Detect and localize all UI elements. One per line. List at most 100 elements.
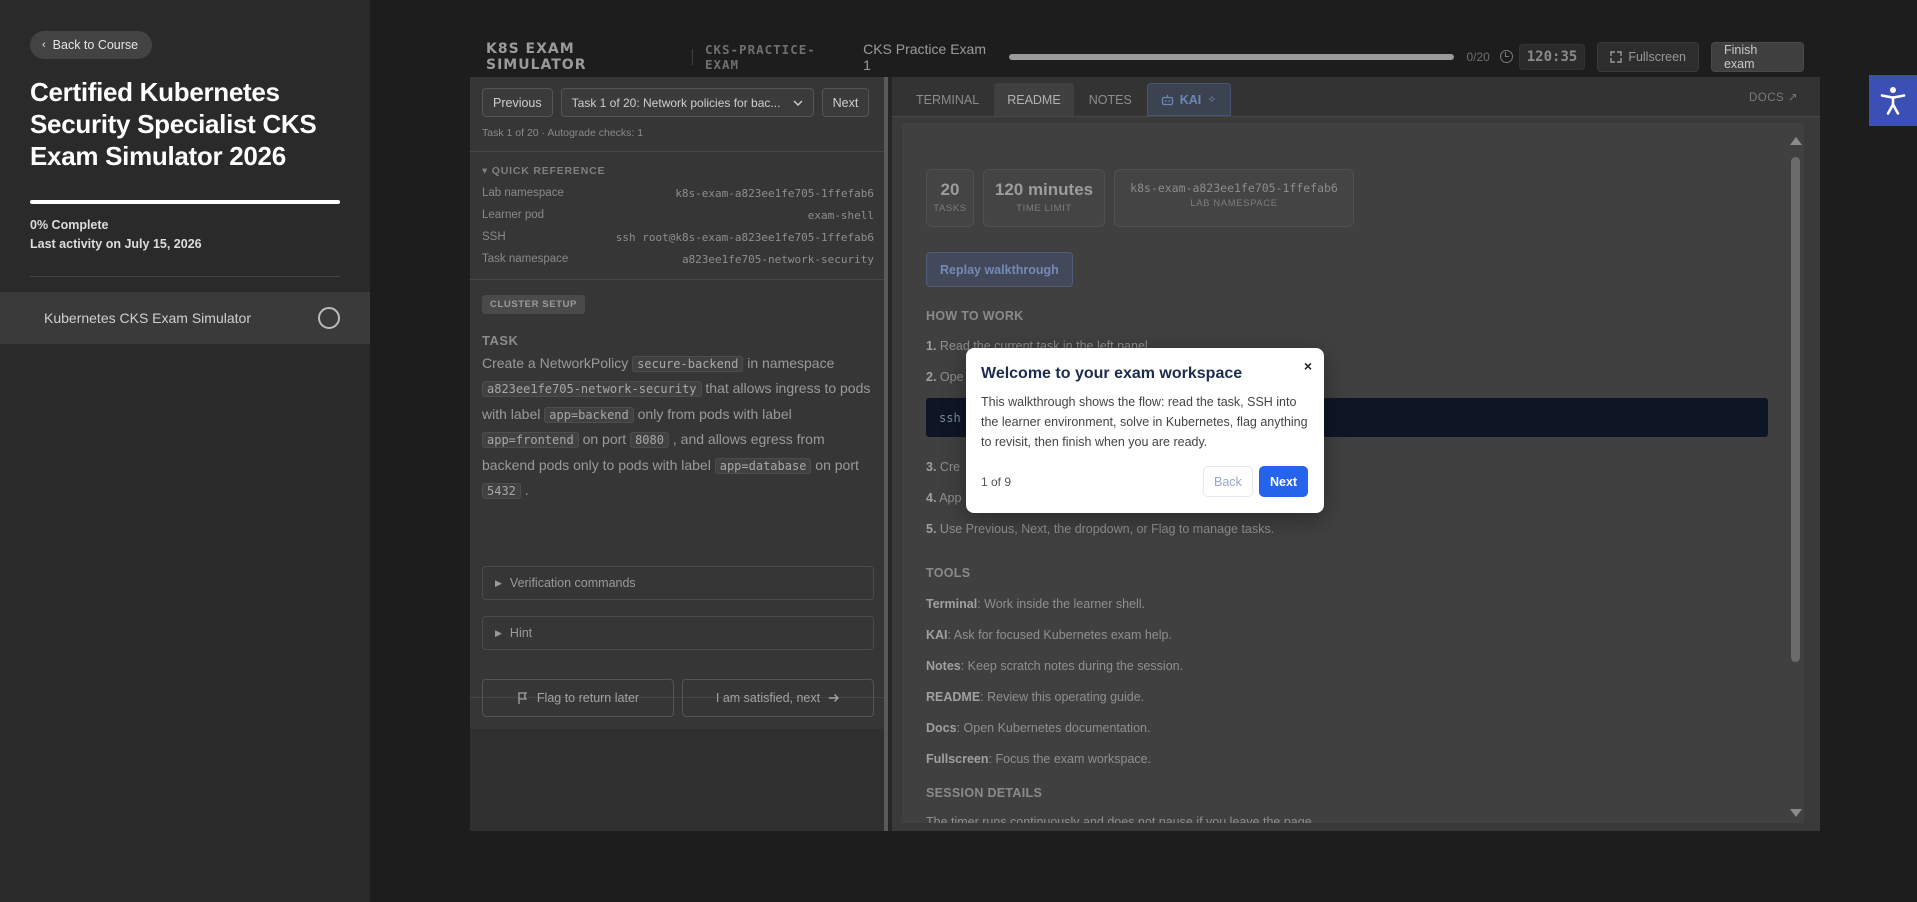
expand-icon [1610, 50, 1623, 63]
code-snippet: app=database [714, 457, 812, 474]
how-to-work-heading: HOW TO WORK [926, 309, 1024, 323]
modal-body: This walkthrough shows the flow: read th… [981, 395, 1308, 449]
qr-value: ssh root@k8s-exam-a823ee1fe705-1ffefab6 [615, 231, 874, 244]
code-snippet: secure-backend [632, 356, 744, 372]
code-snippet: 8080 [630, 432, 669, 449]
fullscreen-label: Fullscreen [1628, 49, 1686, 64]
accessibility-button[interactable] [1869, 75, 1917, 126]
finish-exam-button[interactable]: Finish exam [1710, 41, 1804, 72]
circle-icon [318, 307, 340, 329]
modal-title: Welcome to your exam workspace [981, 365, 1243, 382]
task-panel-empty-area [470, 729, 884, 831]
task-text: . [520, 482, 529, 499]
qr-row-lab-namespace: Lab namespace k8s-exam-a823ee1fe705-1ffe… [482, 187, 874, 200]
tool-fullscreen: Fullscreen: Focus the exam workspace. [926, 752, 1151, 766]
replay-walkthrough-button[interactable]: Replay walkthrough [926, 252, 1073, 287]
divider [470, 279, 884, 280]
scroll-down-icon[interactable] [1790, 809, 1802, 817]
tool-name: KAI [926, 628, 948, 642]
tab-kai[interactable]: KAI ✧ [1146, 83, 1231, 116]
scrollbar-thumb[interactable] [1791, 157, 1800, 662]
completion-text: 0% Complete [30, 218, 109, 232]
flag-label: Flag to return later [536, 691, 640, 705]
tool-docs: Docs: Open Kubernetes documentation. [926, 721, 1150, 735]
qr-label: SSH [482, 231, 506, 243]
task-heading: TASK [482, 333, 519, 348]
workspace-tabs: TERMINAL README NOTES KAI ✧ [892, 77, 1820, 117]
caret-right-icon: ▶ [495, 627, 502, 638]
quick-reference-title: QUICK REFERENCE [491, 165, 606, 177]
session-details-text: The timer runs continuously and does not… [926, 815, 1316, 823]
tool-notes: Notes: Keep scratch notes during the ses… [926, 659, 1183, 673]
back-to-course-label: Back to Course [52, 38, 139, 52]
qr-value: k8s-exam-a823ee1fe705-1ffefab6 [675, 187, 874, 200]
chevron-left-icon: ‹ [42, 39, 46, 51]
tool-readme: README: Review this operating guide. [926, 690, 1144, 704]
arrow-right-icon [829, 694, 840, 702]
exam-progress-track [1008, 53, 1455, 60]
tool-name: Fullscreen [926, 752, 989, 766]
step-5: 5. Use Previous, Next, the dropdown, or … [926, 522, 1274, 536]
session-details-heading: SESSION DETAILS [926, 786, 1043, 800]
step-3: 3. Cre [926, 460, 960, 474]
task-meta: Task 1 of 20 · Autograde checks: 1 [482, 127, 644, 139]
next-task-button[interactable]: Next [821, 88, 870, 117]
sparkle-icon: ✧ [1207, 94, 1217, 106]
stat-tasks: 20 TASKS [926, 169, 974, 227]
step-text: App [936, 491, 962, 505]
satisfied-next-button[interactable]: I am satisfied, next [682, 679, 874, 717]
course-title: Certified Kubernetes Security Specialist… [30, 77, 317, 171]
previous-task-button[interactable]: Previous [482, 88, 553, 117]
brand-label: K8S EXAM SIMULATOR [486, 40, 587, 73]
fullscreen-button[interactable]: Fullscreen [1597, 41, 1699, 72]
flag-button[interactable]: Flag to return later [482, 679, 674, 717]
tool-desc: : Open Kubernetes documentation. [956, 721, 1151, 735]
scroll-up-icon[interactable] [1790, 137, 1802, 145]
caret-right-icon: ▶ [495, 577, 502, 588]
code-snippet: 5432 [482, 483, 521, 500]
step-number: 4. [926, 491, 937, 505]
divider [470, 151, 884, 152]
task-text: on port [578, 431, 631, 448]
step-text: Ope [936, 370, 964, 384]
tool-name: Notes [926, 659, 961, 673]
qr-label: Lab namespace [482, 187, 564, 199]
course-sidebar: ‹ Back to Course Certified Kubernetes Se… [0, 0, 370, 902]
tool-desc: : Focus the exam workspace. [988, 752, 1152, 766]
task-nav: Previous Task 1 of 20: Network policies … [482, 88, 870, 117]
readme-scrollbar[interactable] [1790, 137, 1802, 817]
tab-kai-label: KAI [1179, 92, 1202, 107]
hint-toggle[interactable]: ▶ Hint [482, 616, 874, 650]
qr-row-learner-pod: Learner pod exam-shell [482, 209, 874, 222]
tool-desc: : Work inside the learner shell. [977, 597, 1146, 611]
modal-next-button[interactable]: Next [1259, 466, 1309, 497]
quick-reference-toggle[interactable]: ▾ QUICK REFERENCE [482, 165, 605, 177]
stat-label: TIME LIMIT [1016, 203, 1072, 214]
tool-desc: : Keep scratch notes during the session. [960, 659, 1184, 673]
tool-desc: : Ask for focused Kubernetes exam help. [947, 628, 1172, 642]
qr-row-ssh: SSH ssh root@k8s-exam-a823ee1fe705-1ffef… [482, 231, 874, 244]
modal-back-button[interactable]: Back [1203, 466, 1253, 497]
step-text: Cre [936, 460, 961, 474]
chevron-down-icon [793, 100, 803, 106]
close-icon[interactable]: × [1304, 358, 1312, 374]
back-to-course-button[interactable]: ‹ Back to Course [30, 31, 153, 59]
step-2: 2. Ope [926, 370, 964, 384]
stat-value: 120 minutes [994, 180, 1094, 199]
verification-commands-toggle[interactable]: ▶ Verification commands [482, 566, 874, 600]
tab-readme[interactable]: README [994, 83, 1074, 116]
task-description: Create a NetworkPolicy secure-backend in… [482, 351, 874, 503]
tab-notes[interactable]: NOTES [1076, 83, 1145, 116]
tab-terminal[interactable]: TERMINAL [903, 83, 992, 116]
stat-label: LAB NAMESPACE [1190, 198, 1278, 209]
code-snippet: app=backend [544, 406, 634, 423]
divider [691, 48, 693, 65]
task-panel: Previous Task 1 of 20: Network policies … [470, 77, 888, 831]
walkthrough-modal: Welcome to your exam workspace × This wa… [966, 348, 1324, 513]
task-select[interactable]: Task 1 of 20: Network policies for bac..… [560, 88, 814, 117]
stat-time-limit: 120 minutes TIME LIMIT [983, 169, 1105, 227]
module-item[interactable]: Kubernetes CKS Exam Simulator [0, 292, 370, 344]
task-count: 0/20 [1466, 49, 1490, 64]
docs-link[interactable]: DOCS ↗ [1749, 90, 1798, 104]
clock-icon [1499, 50, 1513, 63]
